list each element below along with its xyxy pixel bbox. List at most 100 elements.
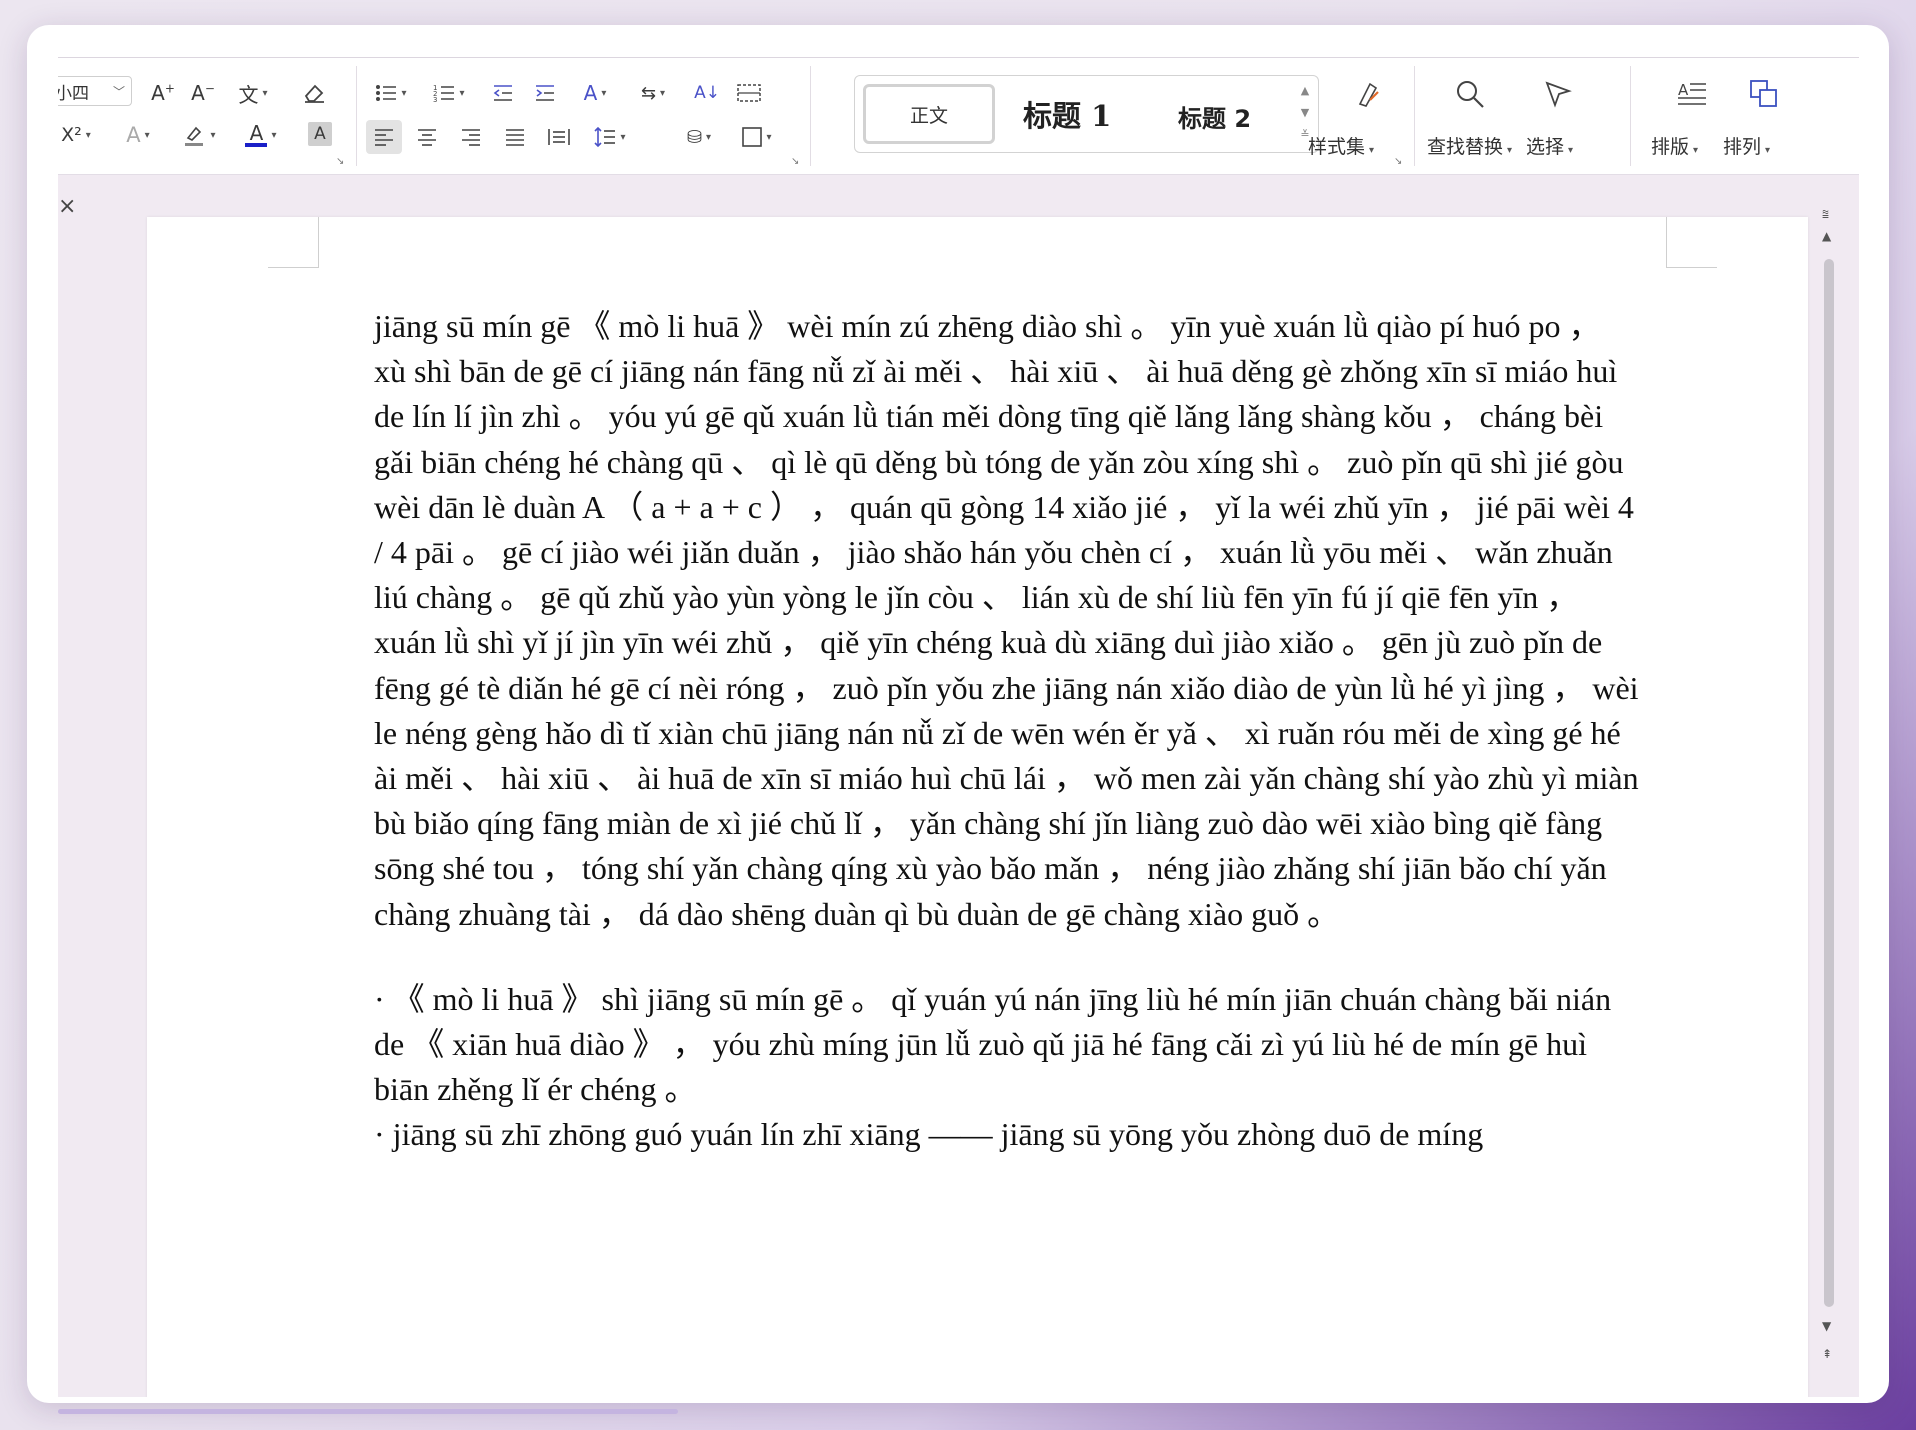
document-body[interactable]: jiāng sū mín gē 《 mò li huā 》 wèi mín zú… <box>374 304 1639 1158</box>
svg-text:3: 3 <box>433 96 437 103</box>
shading-icon: A <box>314 124 326 144</box>
layout-label: 排版 <box>1651 136 1690 158</box>
font-grow-icon: A+ <box>151 81 175 105</box>
character-shading-button[interactable]: A <box>308 122 332 146</box>
distributed-align-button[interactable] <box>542 120 576 154</box>
style-normal[interactable]: 正文 <box>863 84 995 144</box>
chevron-down-icon: ▾ <box>144 129 150 141</box>
find-replace-button[interactable]: 查找替换 ▾ <box>1427 132 1512 159</box>
chevron-down-icon: ▾ <box>271 129 277 141</box>
scroll-down-arrow-icon[interactable]: ▼ <box>1822 1319 1831 1333</box>
find-replace-icon-button[interactable] <box>1450 74 1490 114</box>
select-button[interactable]: 选择 ▾ <box>1526 132 1573 159</box>
swap-arrows-icon: ⇆ <box>640 82 657 104</box>
outdent-icon <box>493 85 512 101</box>
select-icon-button[interactable] <box>1538 74 1578 114</box>
arrange-button[interactable]: 排列 ▾ <box>1723 132 1770 159</box>
align-center-icon <box>418 129 436 146</box>
chevron-down-icon: ▾ <box>766 131 772 143</box>
superscript-icon: X² <box>61 124 82 146</box>
horizontal-scrollbar[interactable] <box>58 1409 678 1414</box>
style-set-button[interactable]: 样式集 ▾ <box>1308 132 1374 159</box>
chevron-down-icon: ▾ <box>459 87 465 99</box>
styles-dialog-launcher-icon[interactable]: ↘ <box>1394 156 1402 167</box>
margin-marker-top-left <box>268 217 319 268</box>
bullet-paragraph: · 《 mò li huā 》 shì jiāng sū mín gē 。 qǐ… <box>374 980 1612 1108</box>
layout-button[interactable]: 排版 ▾ <box>1651 132 1698 159</box>
select-label: 选择 <box>1526 136 1565 158</box>
styles-gallery: 正文 标题 1 标题 2 ▲ ▼ ≚ <box>854 75 1319 153</box>
font-dialog-launcher-icon[interactable]: ↘ <box>336 156 344 167</box>
align-right-button[interactable] <box>454 120 488 154</box>
border-icon <box>742 127 763 147</box>
paragraph-direction-button[interactable]: ⇆ ▾ <box>630 78 676 108</box>
chevron-down-icon: ▾ <box>620 131 626 143</box>
decrease-indent-button[interactable] <box>488 78 518 108</box>
style-heading-1[interactable]: 标题 1 <box>1023 92 1111 136</box>
chevron-down-icon: ▾ <box>601 87 607 99</box>
chevron-down-icon: ▾ <box>1369 145 1375 156</box>
text-layout-icon: A <box>1678 81 1706 105</box>
font-shrink-icon: A− <box>191 81 215 105</box>
text-effect-button[interactable]: A ▾ <box>116 120 160 150</box>
bullet-paragraph: · jiāng sū zhī zhōng guó yuán lín zhī xi… <box>374 1116 1484 1153</box>
align-left-button[interactable] <box>366 120 402 154</box>
paragraph-shading-button[interactable]: ⛁ ▾ <box>676 120 722 154</box>
close-icon[interactable]: × <box>58 196 78 218</box>
brush-icon <box>1358 82 1379 107</box>
line-spacing-icon <box>594 126 616 148</box>
chevron-down-icon: ▾ <box>210 129 216 141</box>
chevron-down-icon: ▾ <box>1568 145 1574 156</box>
chevron-down-icon: ▾ <box>1507 145 1513 156</box>
chevron-down-icon: ﹀ <box>112 84 125 99</box>
bullet-list-button[interactable]: ▾ <box>368 78 414 108</box>
previous-page-icon[interactable]: ⇞ <box>1822 1347 1832 1361</box>
divider <box>1414 66 1415 166</box>
justify-button[interactable] <box>498 120 532 154</box>
scroll-thumb[interactable] <box>1824 259 1834 1307</box>
chevron-down-icon: ▾ <box>401 87 407 99</box>
borders-button[interactable]: ▾ <box>734 120 780 154</box>
clear-format-button[interactable] <box>298 78 330 108</box>
chevron-down-icon[interactable]: ▼ <box>1298 102 1312 124</box>
numbered-list-button[interactable]: 1 2 3 ▾ <box>426 78 472 108</box>
superscript-button[interactable]: X² ▾ <box>58 120 98 150</box>
chevron-down-icon: ▾ <box>1765 145 1771 156</box>
chevron-up-icon[interactable]: ▲ <box>1298 80 1312 102</box>
font-size-select[interactable]: 小四 ﹀ <box>58 76 132 106</box>
font-color-icon: A <box>245 123 268 147</box>
paragraph-dialog-launcher-icon[interactable]: ↘ <box>791 156 799 167</box>
ribbon-toolbar: 小四 ﹀ A+ A− 文 ▾ X² ▾ A ▾ ▾ A ▾ A ↘ ▾ 1 2 … <box>58 57 1859 175</box>
layout-icon-button[interactable]: A <box>1672 74 1712 114</box>
document-editor: 小四 ﹀ A+ A− 文 ▾ X² ▾ A ▾ ▾ A ▾ A ↘ ▾ 1 2 … <box>58 57 1859 1397</box>
text-effect-icon: A <box>126 123 141 147</box>
font-size-value: 小四 <box>58 83 89 104</box>
align-right-icon <box>462 129 480 146</box>
align-center-button[interactable] <box>410 120 444 154</box>
empty-paragraph <box>374 937 1639 977</box>
sort-button[interactable]: A↓ <box>692 78 722 108</box>
font-color-button[interactable]: A ▾ <box>238 120 284 150</box>
arrange-icon-button[interactable] <box>1744 74 1784 114</box>
style-heading-2[interactable]: 标题 2 <box>1178 94 1251 138</box>
style-set-icon-button[interactable] <box>1338 74 1398 114</box>
increase-font-size-button[interactable]: A+ <box>148 78 178 108</box>
decrease-font-size-button[interactable]: A− <box>188 78 218 108</box>
line-spacing-button[interactable]: ▾ <box>586 120 634 154</box>
text-direction-icon: A <box>583 81 598 105</box>
sort-icon: A↓ <box>694 83 720 103</box>
indent-icon <box>536 85 554 101</box>
split-handle-icon[interactable]: ⩰ <box>1822 207 1829 222</box>
chevron-down-icon: ▾ <box>262 87 268 99</box>
show-marks-button[interactable] <box>734 78 764 108</box>
divider <box>356 66 357 166</box>
vertical-scrollbar[interactable]: ⩰ ▲ ▼ ⇞ <box>1818 207 1842 1397</box>
numbered-list-icon: 123 <box>433 84 455 103</box>
phonetic-guide-button[interactable]: 文 ▾ <box>228 78 278 108</box>
distributed-align-icon <box>548 129 570 145</box>
app-window: 小四 ﹀ A+ A− 文 ▾ X² ▾ A ▾ ▾ A ▾ A ↘ ▾ 1 2 … <box>27 25 1889 1403</box>
text-direction-button[interactable]: A ▾ <box>572 78 618 108</box>
scroll-up-arrow-icon[interactable]: ▲ <box>1822 229 1831 243</box>
highlight-button[interactable]: ▾ <box>176 120 222 150</box>
increase-indent-button[interactable] <box>530 78 560 108</box>
